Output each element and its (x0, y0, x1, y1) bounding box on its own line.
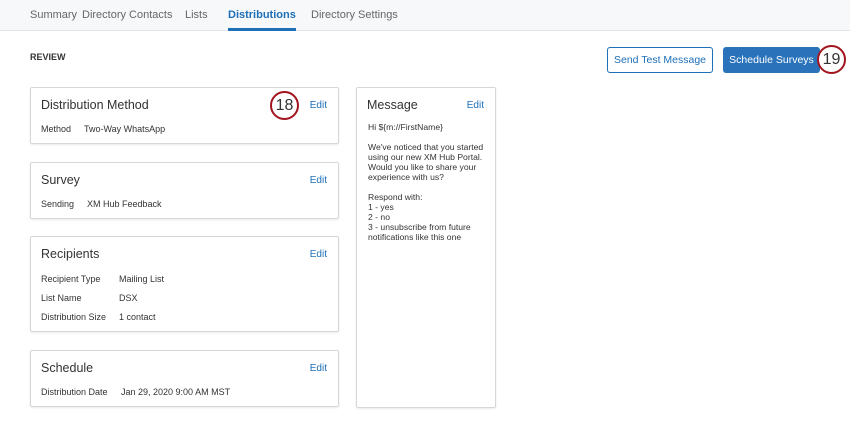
edit-recipients-link[interactable]: Edit (310, 249, 327, 260)
edit-survey-link[interactable]: Edit (310, 175, 327, 186)
edit-distribution-method-link[interactable]: Edit (310, 100, 327, 111)
schedule-surveys-button[interactable]: Schedule Surveys (723, 47, 820, 73)
callout-badge-19: 19 (817, 45, 846, 74)
tab-lists[interactable]: Lists (185, 9, 208, 21)
list-name-row: List Name DSX (41, 293, 138, 303)
schedule-card: Schedule Edit Distribution Date Jan 29, 2… (30, 350, 339, 407)
edit-message-link[interactable]: Edit (467, 100, 484, 111)
method-row: Method Two-Way WhatsApp (41, 124, 166, 134)
distribution-date-row: Distribution Date Jan 29, 2020 9:00 AM MS… (41, 387, 231, 397)
recipient-type-row: Recipient Type Mailing List (41, 274, 165, 284)
tab-directory-settings[interactable]: Directory Settings (311, 9, 398, 21)
message-preview: Hi ${m://FirstName} We've noticed that y… (368, 122, 484, 242)
send-test-message-button[interactable]: Send Test Message (607, 47, 713, 73)
tab-directory-contacts[interactable]: Directory Contacts (82, 9, 172, 21)
distribution-size-row: Distribution Size 1 contact (41, 312, 156, 322)
card-title: Recipients (41, 247, 100, 261)
tab-distributions[interactable]: Distributions (228, 9, 296, 31)
card-title: Survey (41, 173, 80, 187)
card-title: Message (367, 98, 418, 112)
edit-schedule-link[interactable]: Edit (310, 363, 327, 374)
tab-bar: Summary Directory Contacts Lists Distrib… (0, 0, 850, 31)
tab-summary[interactable]: Summary (30, 9, 77, 21)
callout-badge-18: 18 (270, 91, 299, 120)
survey-card: Survey Edit Sending XM Hub Feedback (30, 162, 339, 219)
sending-row: Sending XM Hub Feedback (41, 199, 162, 209)
card-title: Schedule (41, 361, 94, 375)
message-card: Message Edit Hi ${m://FirstName} We've n… (356, 87, 496, 408)
review-heading: REVIEW (30, 52, 66, 62)
recipients-card: Recipients Edit Recipient Type Mailing Li… (30, 236, 339, 332)
card-title: Distribution Method (41, 98, 149, 112)
